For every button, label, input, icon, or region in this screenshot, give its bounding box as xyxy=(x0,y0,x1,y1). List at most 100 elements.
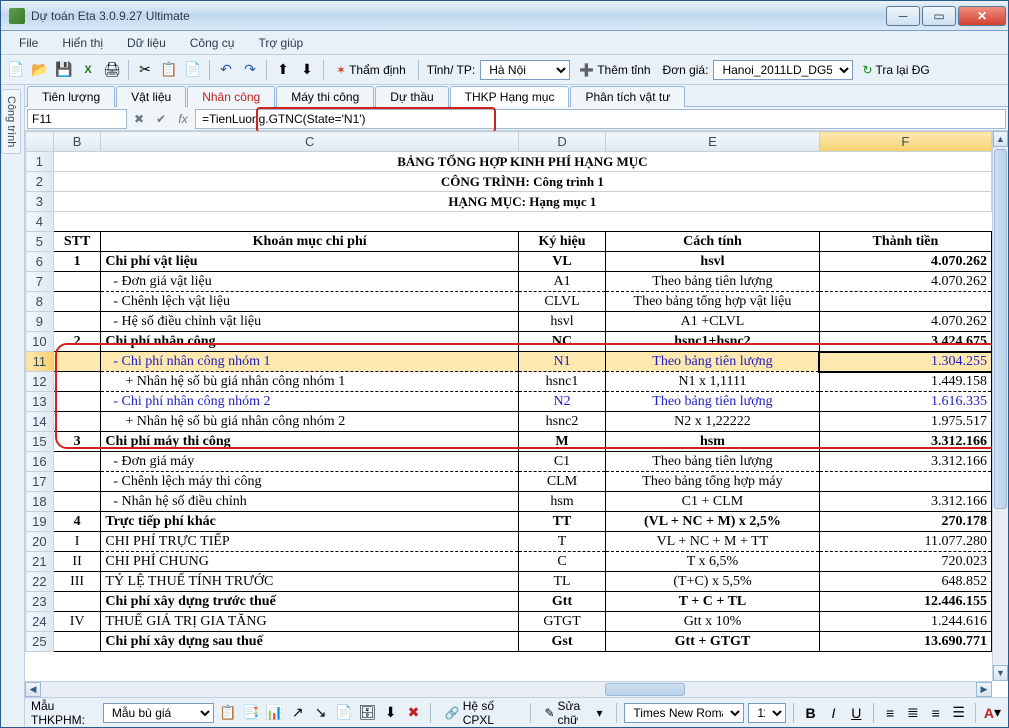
cell-name[interactable]: CHI PHÍ TRỰC TIẾP xyxy=(101,532,519,552)
row-header-4[interactable]: 4 xyxy=(26,212,54,232)
cell-sym[interactable]: T xyxy=(518,532,605,552)
cell-val[interactable]: 11.077.280 xyxy=(819,532,991,552)
cell-val[interactable]: 4.070.262 xyxy=(819,272,991,292)
cell-val[interactable]: 3.312.166 xyxy=(819,432,991,452)
cell-sym[interactable]: CLVL xyxy=(518,292,605,312)
row-header-23[interactable]: 23 xyxy=(26,592,54,612)
them-tinh-button[interactable]: ➕Thêm tỉnh xyxy=(572,59,657,81)
row-header-16[interactable]: 16 xyxy=(26,452,54,472)
menu-trogiup[interactable]: Trợ giúp xyxy=(248,34,313,52)
row-header-24[interactable]: 24 xyxy=(26,612,54,632)
cell-val[interactable]: 1.616.335 xyxy=(819,392,991,412)
cell-stt[interactable] xyxy=(53,632,101,652)
cell-sym[interactable]: CLM xyxy=(518,472,605,492)
cell-name[interactable]: Chi phí xây dựng trước thuế xyxy=(101,592,519,612)
select-all-corner[interactable] xyxy=(26,132,54,152)
cell-name[interactable]: Chi phí xây dựng sau thuế xyxy=(101,632,519,652)
cell-calc[interactable]: T + C + TL xyxy=(606,592,820,612)
cell-name[interactable]: CHI PHÍ CHUNG xyxy=(101,552,519,572)
tham-dinh-button[interactable]: ✶Thẩm định xyxy=(329,59,413,81)
cell-val[interactable] xyxy=(819,292,991,312)
cell-name[interactable]: - Đơn giá vật liệu xyxy=(101,272,519,292)
cell-calc[interactable]: Theo bảng tổng hợp máy xyxy=(606,472,820,492)
row-header-7[interactable]: 7 xyxy=(26,272,54,292)
row-header-10[interactable]: 10 xyxy=(26,332,54,352)
sb-btn1[interactable]: 📋 xyxy=(218,702,237,724)
formula-input[interactable]: =TienLuong.GTNC(State='N1') xyxy=(195,109,1006,129)
cell-val[interactable]: 4.070.262 xyxy=(819,252,991,272)
cell-stt[interactable]: IV xyxy=(53,612,101,632)
sb-btn2[interactable]: 📑 xyxy=(241,702,260,724)
cell-calc[interactable]: C1 + CLM xyxy=(606,492,820,512)
minimize-button[interactable]: ─ xyxy=(886,6,920,26)
row-header-15[interactable]: 15 xyxy=(26,432,54,452)
cell-val[interactable]: 1.449.158 xyxy=(819,372,991,392)
tab-vatlieu[interactable]: Vật liệu xyxy=(116,86,186,107)
cell-calc[interactable]: hsvl xyxy=(606,252,820,272)
cell-calc[interactable]: Gtt x 10% xyxy=(606,612,820,632)
horizontal-scrollbar[interactable]: ◀ ▶ xyxy=(25,681,992,697)
col-header-E[interactable]: E xyxy=(606,132,820,152)
align-center-icon[interactable]: ≣ xyxy=(903,702,922,724)
tab-maythicong[interactable]: Máy thi công xyxy=(276,86,374,107)
cell-stt[interactable] xyxy=(53,292,101,312)
sort-desc-icon[interactable]: ⬇ xyxy=(296,59,318,81)
cell-name[interactable]: - Nhân hệ số điều chỉnh xyxy=(101,492,519,512)
row-header-21[interactable]: 21 xyxy=(26,552,54,572)
cell-calc[interactable]: Theo bảng tiên lượng xyxy=(606,392,820,412)
sb-btn5[interactable]: ↘ xyxy=(311,702,330,724)
cell-val[interactable]: 3.424.675 xyxy=(819,332,991,352)
row-header-12[interactable]: 12 xyxy=(26,372,54,392)
tab-tienluong[interactable]: Tiên lượng xyxy=(27,86,115,107)
col-header-D[interactable]: D xyxy=(518,132,605,152)
cell-name[interactable]: Chi phí máy thi công xyxy=(101,432,519,452)
titlebar[interactable]: Dự toán Eta 3.0.9.27 Ultimate ─ ▭ ✕ xyxy=(1,1,1008,31)
row-header-13[interactable]: 13 xyxy=(26,392,54,412)
sb-delete-icon[interactable]: ✖ xyxy=(404,702,423,724)
cell-stt[interactable] xyxy=(53,392,101,412)
row-header-6[interactable]: 6 xyxy=(26,252,54,272)
cell-val[interactable]: 3.312.166 xyxy=(819,452,991,472)
cell-val[interactable]: 13.690.771 xyxy=(819,632,991,652)
row-header-11[interactable]: 11 xyxy=(26,352,54,372)
menu-congcu[interactable]: Công cụ xyxy=(180,34,245,52)
cell-name[interactable]: TỶ LỆ THUẾ TÍNH TRƯỚC xyxy=(101,572,519,592)
cell-stt[interactable] xyxy=(53,492,101,512)
cell-sym[interactable]: hsvl xyxy=(518,312,605,332)
cell-stt[interactable]: 4 xyxy=(53,512,101,532)
cell-calc[interactable]: N1 x 1,1111 xyxy=(606,372,820,392)
maximize-button[interactable]: ▭ xyxy=(922,6,956,26)
cell-calc[interactable]: T x 6,5% xyxy=(606,552,820,572)
cell-val[interactable]: 3.312.166 xyxy=(819,492,991,512)
menu-hienthi[interactable]: Hiển thị xyxy=(52,34,113,52)
cell-sym[interactable]: TT xyxy=(518,512,605,532)
cell-stt[interactable]: I xyxy=(53,532,101,552)
cell-sym[interactable]: hsm xyxy=(518,492,605,512)
fontsize-select[interactable]: 11 xyxy=(748,703,786,723)
open-icon[interactable]: 📂 xyxy=(29,59,51,81)
cell-calc[interactable]: A1 +CLVL xyxy=(606,312,820,332)
cell-stt[interactable] xyxy=(53,312,101,332)
cell-calc[interactable]: (VL + NC + M) x 2,5% xyxy=(606,512,820,532)
sb-btn4[interactable]: ↗ xyxy=(288,702,307,724)
tinh-tp-select[interactable]: Hà Nội xyxy=(480,60,570,80)
bold-icon[interactable]: B xyxy=(801,702,820,724)
cell-stt[interactable] xyxy=(53,272,101,292)
save-icon[interactable]: 💾 xyxy=(53,59,75,81)
row-header-19[interactable]: 19 xyxy=(26,512,54,532)
cell-calc[interactable]: Gtt + GTGT xyxy=(606,632,820,652)
cell-sym[interactable]: N2 xyxy=(518,392,605,412)
cell-sym[interactable]: A1 xyxy=(518,272,605,292)
cell-calc[interactable]: N2 x 1,22222 xyxy=(606,412,820,432)
cell-calc[interactable]: hsnc1+hsnc2 xyxy=(606,332,820,352)
menu-file[interactable]: File xyxy=(9,34,48,52)
row-header-8[interactable]: 8 xyxy=(26,292,54,312)
hscroll-thumb[interactable] xyxy=(605,683,685,696)
vertical-scrollbar[interactable]: ▲ ▼ xyxy=(992,131,1008,681)
cell-sym[interactable]: C xyxy=(518,552,605,572)
cell-name[interactable]: + Nhân hệ số bù giá nhân công nhóm 1 xyxy=(101,372,519,392)
font-select[interactable]: Times New Roman xyxy=(624,703,744,723)
scroll-left-icon[interactable]: ◀ xyxy=(25,682,41,697)
cell-name[interactable]: - Chênh lệch máy thi công xyxy=(101,472,519,492)
fx-icon[interactable]: fx xyxy=(173,109,193,129)
